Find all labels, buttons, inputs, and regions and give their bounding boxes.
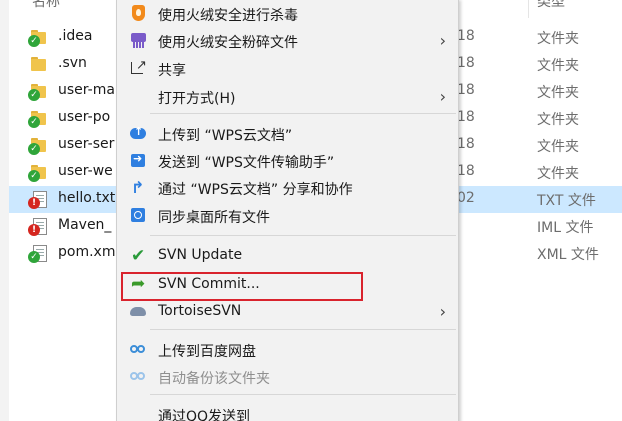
context-menu: 使用火绒安全进行杀毒 使用火绒安全粉碎文件 › ↗ 共享 打开方式(H) › ↑… xyxy=(116,0,459,421)
menu-item-huorong-scan[interactable]: 使用火绒安全进行杀毒 xyxy=(117,0,458,27)
menu-item-label: SVN Update xyxy=(158,247,243,263)
tortoisesvn-icon xyxy=(130,303,147,320)
file-name: Maven_ xyxy=(58,217,112,233)
chevron-right-icon: › xyxy=(439,31,446,50)
file-name: user-ser xyxy=(58,136,115,152)
menu-separator xyxy=(150,394,456,395)
cloud-upload-icon: ↑ xyxy=(130,125,147,142)
menu-item-tortoisesvn[interactable]: TortoiseSVN › xyxy=(117,298,458,325)
menu-item-label: 上传到 “WPS云文档” xyxy=(158,128,293,144)
file-svn-modified-icon: ! xyxy=(28,191,47,209)
menu-item-label: 自动备份该文件夹 xyxy=(158,371,270,387)
folder-svn-ok-icon: ✓ xyxy=(28,137,47,155)
file-date: 18 xyxy=(457,136,475,152)
send-to-icon xyxy=(130,152,147,169)
menu-item-label: 通过QQ发送到 xyxy=(158,409,251,421)
column-header-name[interactable]: 名称 xyxy=(32,0,60,11)
menu-item-wps-upload[interactable]: ↑ 上传到 “WPS云文档” xyxy=(117,120,458,147)
menu-item-label: TortoiseSVN xyxy=(158,303,242,319)
screen: 名称 类型 ✓ .idea 18 文件夹 .svn 18 文件夹 ✓ user-… xyxy=(0,0,622,421)
file-type: 文件夹 xyxy=(537,31,579,47)
menu-item-wps-share[interactable]: ↱ 通过 “WPS云文档” 分享和协作 xyxy=(117,174,458,201)
menu-item-label: 通过 “WPS云文档” 分享和协作 xyxy=(158,182,353,198)
folder-icon xyxy=(31,56,47,73)
menu-item-label: 共享 xyxy=(158,63,186,79)
column-header-type[interactable]: 类型 xyxy=(537,0,565,11)
menu-item-baidu-upload[interactable]: 上传到百度网盘 xyxy=(117,336,458,363)
file-name: .svn xyxy=(58,55,87,71)
file-name: pom.xm xyxy=(58,244,116,260)
file-date: 02 xyxy=(457,190,475,206)
file-svn-modified-icon: ! xyxy=(28,218,47,236)
menu-item-svn-update[interactable]: ✔ SVN Update xyxy=(117,242,458,269)
baidu-netdisk-icon xyxy=(130,368,147,385)
menu-item-wps-send[interactable]: 发送到 “WPS文件传输助手” xyxy=(117,147,458,174)
file-date: 18 xyxy=(457,109,475,125)
column-divider xyxy=(528,0,529,18)
baidu-netdisk-icon xyxy=(130,341,147,358)
menu-item-label: 使用火绒安全粉碎文件 xyxy=(158,35,298,51)
share-icon: ↗ xyxy=(130,58,147,77)
file-type: 文件夹 xyxy=(537,166,579,182)
menu-item-sync-desktop[interactable]: 同步桌面所有文件 xyxy=(117,202,458,229)
menu-item-label: 打开方式(H) xyxy=(158,91,236,107)
svn-update-icon: ✔ xyxy=(131,246,146,266)
menu-item-baidu-backup[interactable]: 自动备份该文件夹 xyxy=(117,363,458,390)
file-type: XML 文件 xyxy=(537,247,599,263)
folder-svn-ok-icon: ✓ xyxy=(28,83,47,101)
file-type: TXT 文件 xyxy=(537,193,596,209)
file-date: 18 xyxy=(457,82,475,98)
menu-item-share[interactable]: ↗ 共享 xyxy=(117,55,458,82)
menu-item-label: 使用火绒安全进行杀毒 xyxy=(158,8,298,24)
file-shredder-icon xyxy=(130,32,147,49)
menu-item-label: 上传到百度网盘 xyxy=(158,344,256,360)
file-type: 文件夹 xyxy=(537,85,579,101)
folder-svn-ok-icon: ✓ xyxy=(28,164,47,182)
share-arrow-icon: ↱ xyxy=(131,178,145,197)
menu-item-huorong-shred[interactable]: 使用火绒安全粉碎文件 › xyxy=(117,27,458,54)
file-date: 18 xyxy=(457,163,475,179)
chevron-right-icon: › xyxy=(439,87,446,106)
sync-icon xyxy=(130,207,147,224)
navigation-pane-edge xyxy=(0,0,9,421)
highlight-box xyxy=(121,272,363,301)
file-date: 18 xyxy=(457,55,475,71)
file-date: 18 xyxy=(457,28,475,44)
file-name: .idea xyxy=(58,28,93,44)
menu-separator xyxy=(150,113,456,114)
file-type: 文件夹 xyxy=(537,58,579,74)
menu-item-qq-send[interactable]: 通过QQ发送到 xyxy=(117,401,458,421)
huorong-shield-icon xyxy=(130,5,147,22)
file-type: IML 文件 xyxy=(537,220,594,236)
file-svn-ok-icon: ✓ xyxy=(28,245,47,263)
chevron-right-icon: › xyxy=(439,302,446,321)
folder-svn-ok-icon: ✓ xyxy=(28,29,47,47)
file-name: hello.txt xyxy=(58,190,116,206)
menu-item-open-with[interactable]: 打开方式(H) › xyxy=(117,83,458,110)
file-name: user-ma xyxy=(58,82,115,98)
menu-separator xyxy=(150,329,456,330)
file-type: 文件夹 xyxy=(537,139,579,155)
file-type: 文件夹 xyxy=(537,112,579,128)
menu-item-label: 同步桌面所有文件 xyxy=(158,210,270,226)
menu-separator xyxy=(150,235,456,236)
file-name: user-we xyxy=(58,163,113,179)
folder-svn-ok-icon: ✓ xyxy=(28,110,47,128)
file-name: user-po xyxy=(58,109,111,125)
menu-item-label: 发送到 “WPS文件传输助手” xyxy=(158,155,335,171)
